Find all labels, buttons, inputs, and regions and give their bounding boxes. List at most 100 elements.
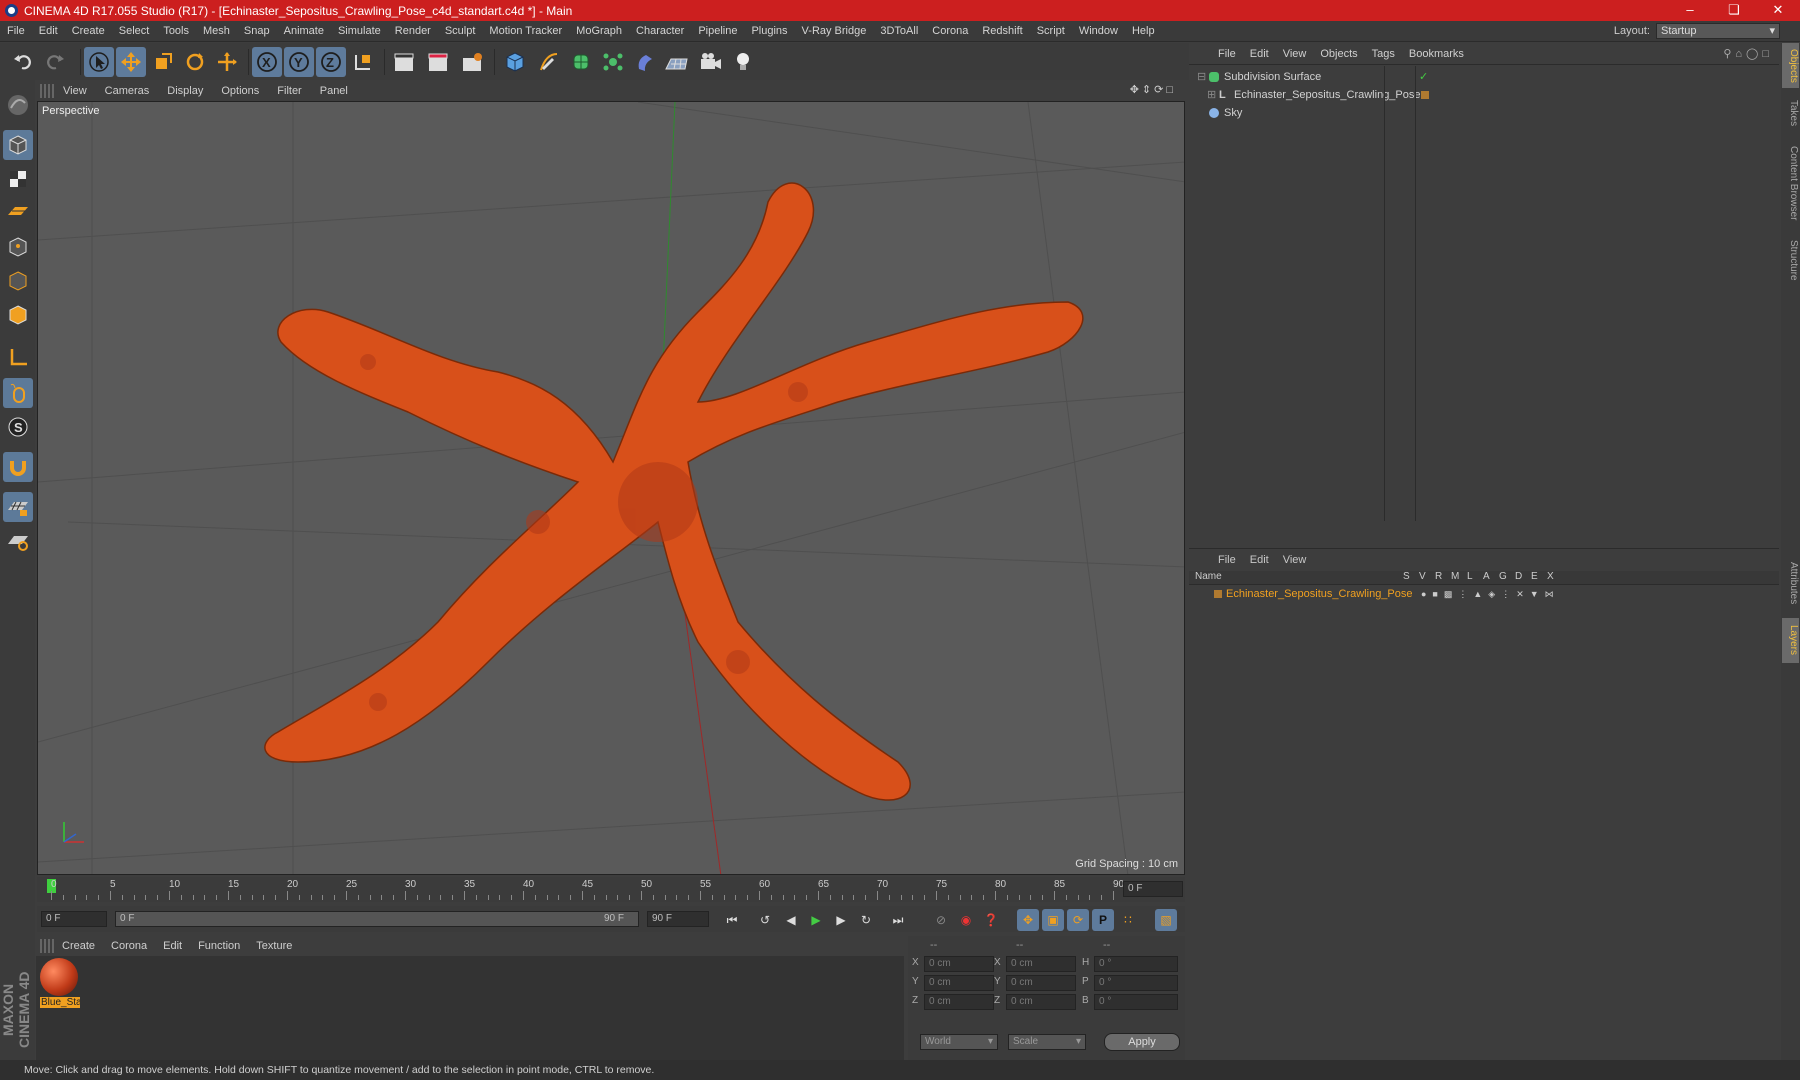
layer-column-m[interactable]: M bbox=[1451, 571, 1459, 582]
tab-structure[interactable]: Structure bbox=[1782, 233, 1799, 288]
viewport-menu-display[interactable]: Display bbox=[158, 85, 212, 97]
goto-end-button[interactable]: ⏭ bbox=[887, 909, 909, 931]
menu-mograph[interactable]: MoGraph bbox=[569, 25, 629, 37]
prev-key-button[interactable]: ↺ bbox=[754, 909, 776, 931]
close-button[interactable]: ✕ bbox=[1756, 0, 1800, 21]
size-mode-dropdown[interactable]: Scale ▾ bbox=[1008, 1034, 1086, 1050]
layers-menu-file[interactable]: File bbox=[1211, 554, 1243, 566]
menu-snap[interactable]: Snap bbox=[237, 25, 277, 37]
x-axis-lock[interactable]: X bbox=[252, 47, 282, 77]
locked-workplane-button[interactable] bbox=[3, 492, 33, 522]
menu-animate[interactable]: Animate bbox=[277, 25, 331, 37]
menu-mesh[interactable]: Mesh bbox=[196, 25, 237, 37]
object-row-subdivision[interactable]: ⊟ Subdivision Surface ✓ bbox=[1189, 68, 1779, 86]
objects-menu-file[interactable]: File bbox=[1211, 48, 1243, 60]
prev-frame-button[interactable]: ◀ bbox=[780, 909, 802, 931]
layer-row[interactable]: Echinaster_Sepositus_Crawling_Pose ●■▩⋮▲… bbox=[1189, 586, 1779, 602]
layers-menu-view[interactable]: View bbox=[1276, 554, 1314, 566]
menu-tools[interactable]: Tools bbox=[156, 25, 196, 37]
menu-pipeline[interactable]: Pipeline bbox=[691, 25, 744, 37]
camera-button[interactable] bbox=[696, 47, 726, 77]
keyframe-selection-button[interactable]: ❓ bbox=[980, 909, 1002, 931]
workplane-mode-button[interactable] bbox=[3, 196, 33, 226]
layer-column-g[interactable]: G bbox=[1499, 571, 1507, 582]
visibility-check-icon[interactable]: ✓ bbox=[1419, 68, 1428, 86]
coordinate-value-field[interactable]: 0 cm bbox=[924, 975, 994, 991]
coordinate-value-field[interactable]: 0 cm bbox=[1006, 994, 1076, 1010]
tab-objects[interactable]: Objects bbox=[1782, 43, 1799, 88]
render-view-button[interactable] bbox=[390, 47, 420, 77]
restore-button[interactable]: ❏ bbox=[1712, 0, 1756, 21]
object-row-starfish[interactable]: ⊞ L Echinaster_Sepositus_Crawling_Pose bbox=[1189, 86, 1779, 104]
light-button[interactable] bbox=[728, 47, 758, 77]
render-settings-button[interactable] bbox=[458, 47, 488, 77]
layer-column-l[interactable]: L bbox=[1467, 571, 1473, 582]
live-selection-tool[interactable] bbox=[84, 47, 114, 77]
collapse-icon[interactable]: ⊟ bbox=[1197, 68, 1206, 86]
tab-attributes[interactable]: Attributes bbox=[1782, 553, 1799, 613]
goto-start-button[interactable]: ⏮ bbox=[721, 909, 743, 931]
minimize-button[interactable]: – bbox=[1668, 0, 1712, 21]
material-menu-function[interactable]: Function bbox=[190, 940, 248, 952]
planar-workplane-button[interactable] bbox=[3, 526, 33, 556]
tab-content-browser[interactable]: Content Browser bbox=[1782, 138, 1799, 228]
layer-color-swatch[interactable] bbox=[1214, 590, 1222, 598]
timeline-ruler[interactable]: 0 5 10 15 20 25 30 35 40 45 50 55 60 65 70 75 80 85 90 0 F bbox=[37, 877, 1185, 902]
coordinate-mode-dropdown[interactable]: World ▾ bbox=[920, 1034, 998, 1050]
menu-3dtoall[interactable]: 3DToAll bbox=[873, 25, 925, 37]
material-menu-texture[interactable]: Texture bbox=[248, 940, 300, 952]
menu-window[interactable]: Window bbox=[1072, 25, 1125, 37]
move-tool[interactable] bbox=[116, 47, 146, 77]
polygons-mode-button[interactable] bbox=[3, 300, 33, 330]
z-axis-lock[interactable]: Z bbox=[316, 47, 346, 77]
layers-menu-edit[interactable]: Edit bbox=[1243, 554, 1276, 566]
solo-mode-button[interactable]: S bbox=[3, 412, 33, 442]
tweak-mode-button[interactable] bbox=[3, 378, 33, 408]
layer-color-tag[interactable] bbox=[1421, 91, 1429, 99]
menu-simulate[interactable]: Simulate bbox=[331, 25, 388, 37]
layer-column-e[interactable]: E bbox=[1531, 571, 1538, 582]
layer-column-d[interactable]: D bbox=[1515, 571, 1522, 582]
deformer-button[interactable] bbox=[630, 47, 660, 77]
viewport-menu-panel[interactable]: Panel bbox=[311, 85, 357, 97]
viewport-menu-options[interactable]: Options bbox=[212, 85, 268, 97]
menu-select[interactable]: Select bbox=[112, 25, 157, 37]
menu-edit[interactable]: Edit bbox=[32, 25, 65, 37]
next-frame-button[interactable]: ▶ bbox=[830, 909, 852, 931]
tab-takes[interactable]: Takes bbox=[1782, 93, 1799, 133]
edges-mode-button[interactable] bbox=[3, 266, 33, 296]
rotate-tool[interactable] bbox=[180, 47, 210, 77]
objects-menu-view[interactable]: View bbox=[1276, 48, 1314, 60]
coordinate-system-toggle[interactable] bbox=[348, 47, 378, 77]
objects-menu-bookmarks[interactable]: Bookmarks bbox=[1402, 48, 1471, 60]
material-menu-corona[interactable]: Corona bbox=[103, 940, 155, 952]
menu-script[interactable]: Script bbox=[1030, 25, 1072, 37]
play-button[interactable]: ▶ bbox=[805, 909, 827, 931]
coordinate-value-field[interactable]: 0 cm bbox=[924, 994, 994, 1010]
layer-column-v[interactable]: V bbox=[1419, 571, 1426, 582]
texture-mode-button[interactable] bbox=[3, 164, 33, 194]
recent-tool[interactable] bbox=[212, 47, 242, 77]
key-position-button[interactable]: ✥ bbox=[1017, 909, 1039, 931]
menu-vray-bridge[interactable]: V-Ray Bridge bbox=[795, 25, 874, 37]
menu-create[interactable]: Create bbox=[65, 25, 112, 37]
object-row-sky[interactable]: Sky bbox=[1189, 104, 1779, 122]
layout-dropdown[interactable]: Startup ▾ bbox=[1656, 23, 1780, 39]
material-menu-edit[interactable]: Edit bbox=[155, 940, 190, 952]
coordinate-value-field[interactable]: 0 cm bbox=[924, 956, 994, 972]
current-frame-field[interactable]: 0 F bbox=[1123, 881, 1183, 897]
cube-primitive-button[interactable] bbox=[500, 47, 530, 77]
spline-pen-button[interactable] bbox=[534, 47, 564, 77]
layer-column-name[interactable]: Name bbox=[1195, 571, 1222, 582]
y-axis-lock[interactable]: Y bbox=[284, 47, 314, 77]
coordinate-value-field[interactable]: 0 cm bbox=[1006, 956, 1076, 972]
layer-column-a[interactable]: A bbox=[1483, 571, 1490, 582]
coordinate-value-field[interactable]: 0 ° bbox=[1094, 994, 1178, 1010]
layer-column-s[interactable]: S bbox=[1403, 571, 1410, 582]
timeline-window-button[interactable]: ▧ bbox=[1155, 909, 1177, 931]
menu-redshift[interactable]: Redshift bbox=[975, 25, 1029, 37]
scale-tool[interactable] bbox=[148, 47, 178, 77]
perspective-viewport[interactable]: Perspective Grid Spacing : 10 cm bbox=[37, 101, 1185, 875]
material-menu-create[interactable]: Create bbox=[54, 940, 103, 952]
menu-motion-tracker[interactable]: Motion Tracker bbox=[482, 25, 569, 37]
